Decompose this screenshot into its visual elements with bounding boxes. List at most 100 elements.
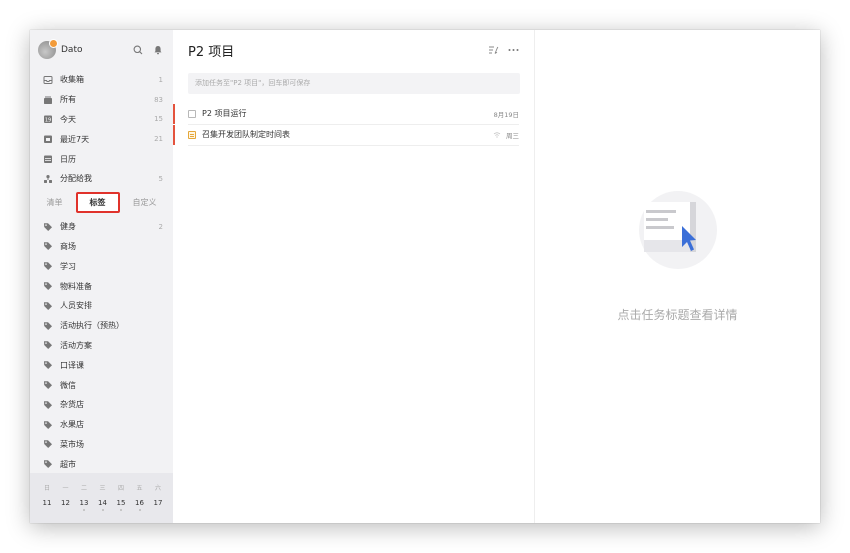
calendar-day[interactable]: 11 xyxy=(40,499,54,507)
tag-icon xyxy=(42,380,53,391)
inbox-icon xyxy=(42,74,53,85)
nav-label: 今天 xyxy=(60,114,76,124)
mini-calendar: 日 一 二 三 四 五 六 11 12 13 14 15 16 17 xyxy=(30,473,173,523)
event-dot xyxy=(120,509,122,511)
tag-icon xyxy=(42,459,53,470)
list-header: P2 项目 xyxy=(173,30,534,70)
nav-label: 收集箱 xyxy=(60,75,84,85)
calendar-days: 11 12 13 14 15 16 17 xyxy=(40,499,165,511)
task-list-pane: P2 项目 P2 项目运行 8月19日 召集开发团队制定时间表 xyxy=(173,30,535,523)
priority-indicator xyxy=(173,124,175,145)
avatar[interactable] xyxy=(38,39,58,59)
sidebar-tag-item[interactable]: 口译课 xyxy=(30,355,173,375)
add-task-input[interactable] xyxy=(188,72,520,94)
sidebar-tag-item[interactable]: 人员安排 xyxy=(30,296,173,316)
username[interactable]: Dato xyxy=(61,45,125,55)
task-title[interactable]: 召集开发团队制定时间表 xyxy=(202,129,493,140)
calendar-day[interactable]: 13 xyxy=(77,499,91,511)
sidebar-tag-item[interactable]: 学习 xyxy=(30,256,173,276)
priority-indicator xyxy=(173,103,175,124)
tag-label: 活动执行（预热） xyxy=(60,321,124,331)
sidebar-tag-item[interactable]: 杂货店 xyxy=(30,395,173,415)
tab-lists[interactable]: 清单 xyxy=(39,194,71,211)
sidebar-tag-item[interactable]: 水果店 xyxy=(30,415,173,435)
calendar-day[interactable]: 12 xyxy=(59,499,73,507)
sidebar-tag-item[interactable]: 菜市场 xyxy=(30,435,173,455)
calendar-day-number: 17 xyxy=(153,499,163,507)
tag-icon xyxy=(42,439,53,450)
tag-label: 活动方案 xyxy=(60,340,92,350)
calendar-day[interactable]: 15 xyxy=(114,499,128,511)
tag-icon xyxy=(42,320,53,331)
task-list: P2 项目运行 8月19日 召集开发团队制定时间表 周三 xyxy=(173,103,534,146)
sidebar-tag-item[interactable]: 健身 2 xyxy=(30,217,173,237)
tag-count: 2 xyxy=(158,222,163,231)
app-window: Dato 收集箱 1 所有 83 19 今天 15 最近7天 21 日历 分配给… xyxy=(30,30,820,523)
nav-item-today[interactable]: 19 今天 15 xyxy=(30,110,173,130)
task-due-date: 周三 xyxy=(506,131,519,140)
sidebar-tag-item[interactable]: 活动方案 xyxy=(30,336,173,356)
nav-count: 15 xyxy=(154,115,163,124)
nav-item-assigned[interactable]: 分配给我 5 xyxy=(30,169,173,189)
tag-icon xyxy=(42,261,53,272)
tag-icon xyxy=(42,399,53,410)
detail-pane: 点击任务标题查看详情 xyxy=(535,30,820,523)
tab-tags[interactable]: 标签 xyxy=(75,192,120,214)
page-title: P2 项目 xyxy=(188,44,235,60)
svg-text:19: 19 xyxy=(44,118,50,124)
sidebar-tag-item[interactable]: 活动执行（预热） xyxy=(30,316,173,336)
calendar-day[interactable]: 16 xyxy=(133,499,147,511)
calendar-weekday: 一 xyxy=(62,485,69,492)
wifi-sync-icon xyxy=(493,131,501,138)
calendar-day-number: 12 xyxy=(61,499,70,507)
bell-icon[interactable] xyxy=(151,43,165,57)
nav-label: 分配给我 xyxy=(60,174,92,184)
calendar-day[interactable]: 14 xyxy=(96,499,110,511)
sidebar-tag-item[interactable]: 微信 xyxy=(30,375,173,395)
task-checkbox[interactable] xyxy=(188,109,196,118)
nav-label: 日历 xyxy=(60,154,76,164)
note-checkbox-icon[interactable] xyxy=(188,130,196,139)
nav-item-calendar[interactable]: 日历 xyxy=(30,149,173,169)
more-icon[interactable] xyxy=(506,43,520,57)
week-icon xyxy=(42,134,53,145)
search-icon[interactable] xyxy=(131,43,145,57)
tag-label: 微信 xyxy=(60,380,76,390)
nav-item-inbox[interactable]: 收集箱 1 xyxy=(30,70,173,90)
task-due-date: 8月19日 xyxy=(493,110,519,119)
calendar-day-number: 15 xyxy=(116,499,126,507)
nav-label: 最近7天 xyxy=(60,134,90,144)
tab-custom[interactable]: 自定义 xyxy=(125,194,165,211)
calendar-weekday: 二 xyxy=(80,485,87,492)
calendar-day[interactable]: 17 xyxy=(151,499,165,507)
sidebar-tag-item[interactable]: 物料准备 xyxy=(30,276,173,296)
nav-item-all[interactable]: 所有 83 xyxy=(30,90,173,110)
tag-label: 物料准备 xyxy=(60,281,92,291)
sidebar-tag-item[interactable]: 超市 xyxy=(30,454,173,474)
calendar-weekday: 四 xyxy=(117,485,124,492)
task-row[interactable]: P2 项目运行 8月19日 xyxy=(173,103,519,125)
calendar-day-number: 16 xyxy=(135,499,144,507)
tag-label: 水果店 xyxy=(60,420,84,430)
tag-label: 商场 xyxy=(60,241,76,251)
nav-count: 21 xyxy=(154,135,163,144)
task-row[interactable]: 召集开发团队制定时间表 周三 xyxy=(173,124,519,146)
tag-label: 人员安排 xyxy=(60,301,92,311)
calendar-weekday: 五 xyxy=(136,485,143,492)
sidebar-tag-item[interactable]: 商场 xyxy=(30,237,173,257)
calendar-weekday: 六 xyxy=(154,485,161,492)
user-row: Dato xyxy=(30,30,173,70)
nav-item-next7days[interactable]: 最近7天 21 xyxy=(30,129,173,149)
tag-label: 学习 xyxy=(60,261,76,271)
calendar-weekday: 三 xyxy=(99,485,106,492)
empty-state-text: 点击任务标题查看详情 xyxy=(617,308,738,322)
task-title[interactable]: P2 项目运行 xyxy=(202,108,494,119)
tag-icon xyxy=(42,221,53,232)
tag-list: 健身 2 商场学习物料准备人员安排活动执行（预热） 活动方案口译课微信杂货店水果店菜市… xyxy=(30,217,173,474)
tag-icon xyxy=(42,419,53,430)
nav-count: 5 xyxy=(158,174,163,183)
event-dot xyxy=(101,509,104,511)
tag-label: 健身 xyxy=(60,222,76,232)
calendar-day-number: 11 xyxy=(42,499,52,507)
sort-icon[interactable] xyxy=(486,43,500,57)
